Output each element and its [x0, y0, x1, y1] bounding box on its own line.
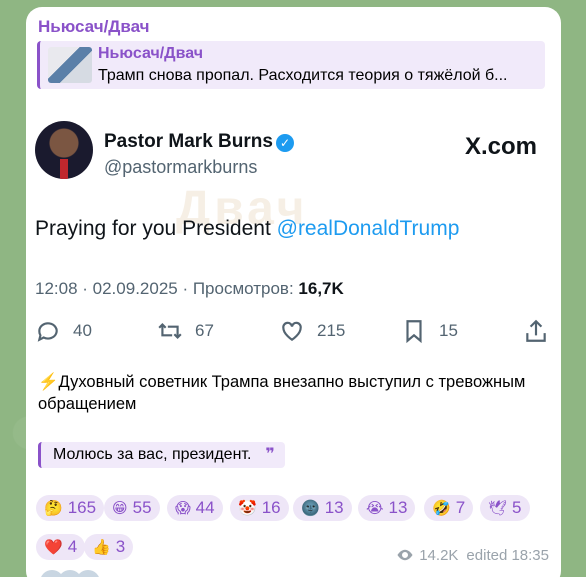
tweet-meta: 12:08 · 02.09.2025 · Просмотров: 16,7K: [35, 279, 344, 299]
crying-face-icon: 😭: [366, 500, 384, 517]
reaction-count: 4: [67, 537, 78, 556]
tweet-author-name: Pastor Mark Burns: [104, 131, 273, 152]
comment-avatars[interactable]: [40, 570, 120, 577]
quote-text: Молюсь за вас, президент.: [53, 446, 252, 463]
new-moon-face-icon: 🌚: [301, 500, 320, 517]
like-action: 215: [279, 318, 345, 344]
reaction-count: 13: [324, 498, 344, 517]
reaction-rofl[interactable]: 🤣 7: [424, 495, 474, 521]
edited-time: edited 18:35: [466, 546, 549, 564]
reaction-dove[interactable]: 🕊 5: [480, 495, 530, 521]
tweet-meta-prefix: 12:08 · 02.09.2025 · Просмотров:: [35, 279, 299, 298]
tweet-actions: 40 67 215 15: [35, 318, 547, 346]
tweet-mention: @realDonaldTrump: [276, 217, 460, 240]
reaction-count: 165: [67, 498, 97, 517]
x-logo: X.com: [464, 133, 537, 160]
reply-action: 40: [35, 318, 92, 344]
tweet-views: 16,7K: [298, 279, 344, 298]
reaction-new-moon[interactable]: 🌚 13: [293, 495, 352, 521]
bookmark-icon: [406, 320, 422, 344]
reply-text: Трамп снова пропал. Расходится теория о …: [98, 67, 508, 84]
reaction-count: 5: [512, 498, 522, 517]
reply-preview[interactable]: Ньюсач/Двач Трамп снова пропал. Расходит…: [37, 41, 545, 89]
share-action: [523, 318, 561, 344]
reaction-clown[interactable]: 🤡 16: [230, 495, 289, 521]
retweet-action: 67: [157, 318, 214, 344]
reply-title: Ньюсач/Двач: [98, 45, 203, 62]
screaming-face-icon: 😱: [175, 500, 191, 517]
view-count: 14.2K: [419, 546, 459, 564]
avatar: [35, 121, 93, 179]
sender-name[interactable]: Ньюсач/Двач: [38, 17, 150, 37]
tweet-screenshot[interactable]: Двач Pastor Mark Burns ✓ @pastormarkburn…: [26, 103, 561, 353]
message-bubble[interactable]: Ньюсач/Двач Ньюсач/Двач Трамп снова проп…: [26, 7, 561, 577]
lightning-icon: ⚡️: [38, 373, 59, 391]
message-footer: 14.2K edited 18:35: [396, 546, 549, 564]
dove-icon: 🕊: [488, 500, 508, 517]
clown-face-icon: 🤡: [238, 500, 257, 517]
tweet-text-prefix: Praying for you President: [35, 217, 277, 240]
thumbs-up-icon: 👍: [92, 539, 111, 556]
grinning-face-icon: 😁: [112, 500, 128, 517]
verified-badge-icon: ✓: [276, 134, 294, 152]
reaction-count: 13: [388, 498, 408, 517]
tweet-text: Praying for you President @realDonaldTru…: [35, 217, 459, 241]
retweet-count: 67: [195, 321, 214, 340]
reaction-count: 7: [455, 498, 466, 517]
comment-icon: [37, 322, 58, 342]
blockquote: Молюсь за вас, президент. ❞: [38, 442, 285, 468]
reply-count: 40: [73, 321, 92, 340]
red-heart-icon: ❤️: [44, 539, 63, 556]
reaction-count: 44: [195, 498, 215, 517]
reaction-crying[interactable]: 😭 13: [358, 495, 416, 521]
reply-thumbnail: [48, 47, 92, 83]
retweet-icon: [158, 322, 182, 340]
bookmark-count: 15: [439, 321, 458, 340]
share-icon: [526, 319, 546, 342]
reaction-thinking[interactable]: 🤔 165: [36, 495, 105, 521]
reaction-grin[interactable]: 😁 55: [104, 495, 160, 521]
eye-icon: [397, 549, 413, 561]
quote-icon: ❞: [265, 446, 275, 463]
reaction-heart[interactable]: ❤️ 4: [36, 534, 86, 560]
reaction-count: 16: [261, 498, 281, 517]
like-count: 215: [317, 321, 346, 340]
reaction-scream[interactable]: 😱 44: [167, 495, 223, 521]
thinking-face-icon: 🤔: [44, 500, 63, 517]
tweet-handle: @pastormarkburns: [104, 157, 258, 177]
bookmark-action: 15: [401, 318, 458, 344]
reaction-count: 55: [132, 498, 152, 517]
reaction-count: 3: [115, 537, 126, 556]
message-text: ⚡️Духовный советник Трампа внезапно выст…: [38, 371, 538, 415]
heart-icon: [282, 321, 302, 341]
reaction-thumbs-up[interactable]: 👍 3: [84, 534, 134, 560]
rolling-laughing-icon: 🤣: [432, 500, 451, 517]
message-text-body: Духовный советник Трампа внезапно выступ…: [38, 373, 526, 413]
